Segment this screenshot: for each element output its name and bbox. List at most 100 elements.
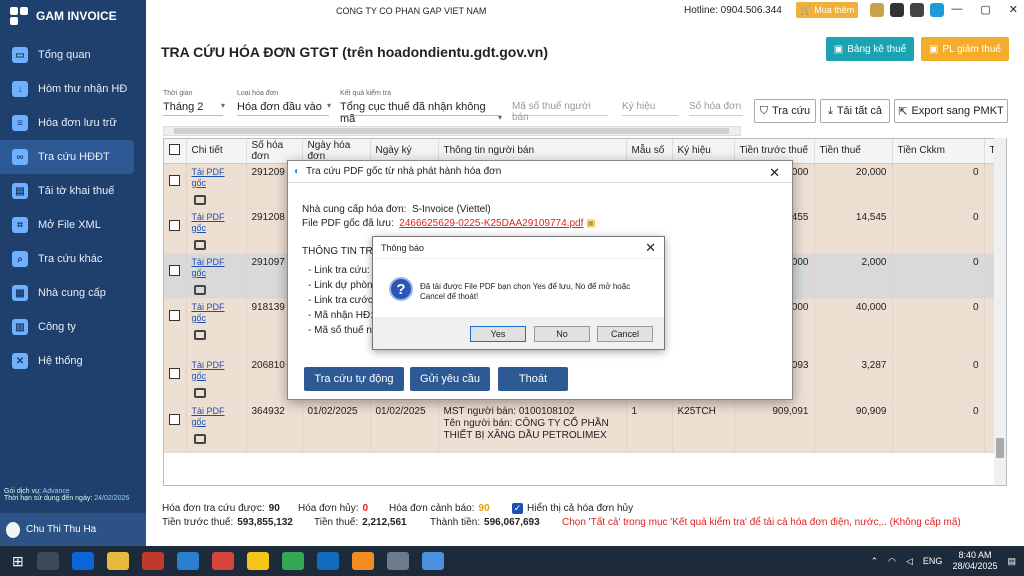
download-all-button[interactable]: ⤓ Tải tất cả bbox=[820, 99, 890, 123]
pdf-link[interactable]: Tải PDF gốc bbox=[192, 212, 225, 233]
saved-file-link[interactable]: 2466625629-0225-K25DAA29109774.pdf bbox=[399, 218, 583, 229]
dropbox-icon[interactable] bbox=[71, 552, 94, 570]
pdf-link[interactable]: Tải PDF gốc bbox=[192, 360, 225, 381]
minimize-icon[interactable]: — bbox=[951, 3, 962, 16]
exit-button[interactable]: Thoát bbox=[498, 367, 568, 391]
notification-icon[interactable]: ▤ bbox=[1007, 556, 1016, 567]
gam-invoice-icon[interactable] bbox=[176, 552, 199, 570]
status-searched: Hóa đơn tra cứu được: 90 bbox=[162, 503, 280, 514]
row-checkbox[interactable] bbox=[169, 174, 180, 186]
sidebar-item-mo-file-xml[interactable]: ⌗ Mở File XML bbox=[0, 208, 146, 242]
export-icon: ⇱ bbox=[898, 105, 908, 118]
printer-icon[interactable] bbox=[193, 194, 206, 205]
search-button[interactable]: ⛉ Tra cứu bbox=[754, 99, 816, 123]
row-checkbox[interactable] bbox=[169, 309, 180, 321]
notification-app-icon[interactable] bbox=[211, 552, 234, 570]
wifi-icon[interactable]: ◠ bbox=[888, 556, 896, 567]
sidebar-item-cong-ty[interactable]: ▥ Công ty bbox=[0, 310, 146, 344]
period-label: Thời gian bbox=[163, 90, 193, 97]
sidebar-item-nha-cung-cap[interactable]: ▦ Nhà cung cấp bbox=[0, 276, 146, 310]
col-chi-tiet[interactable]: Chi tiết bbox=[186, 139, 247, 164]
row-checkbox[interactable] bbox=[169, 264, 180, 276]
col-tien-thue[interactable]: Tiền thuế bbox=[814, 139, 893, 164]
app-icon[interactable] bbox=[386, 552, 409, 570]
app-icon[interactable] bbox=[141, 552, 164, 570]
windows-start-icon[interactable]: ⊞ bbox=[12, 553, 24, 570]
col-tien-ckkm[interactable]: Tiền Ckkm bbox=[892, 139, 985, 164]
auto-lookup-button[interactable]: Tra cứu tự động bbox=[304, 367, 404, 391]
scroll-thumb[interactable] bbox=[174, 128, 729, 134]
checkbox-checked-icon[interactable]: ✓ bbox=[512, 503, 523, 514]
outlook-icon[interactable] bbox=[316, 552, 339, 570]
printer-icon[interactable] bbox=[193, 284, 206, 295]
show-cancel-toggle[interactable]: ✓ Hiển thị cả hóa đơn hủy bbox=[512, 503, 633, 514]
sidebar-item-he-thong[interactable]: ✕ Hệ thống bbox=[0, 344, 146, 378]
contacts-icon: ▦ bbox=[12, 285, 28, 301]
buy-button[interactable]: 🛒 Mua thêm bbox=[796, 2, 859, 18]
printer-icon[interactable] bbox=[193, 329, 206, 340]
sidebar-item-tong-quan[interactable]: ▭ Tổng quan bbox=[0, 38, 146, 72]
sidebar-item-hoa-don-luu-tru[interactable]: ≡ Hóa đơn lưu trữ bbox=[0, 106, 146, 140]
folder-icon[interactable]: ▣ bbox=[586, 218, 595, 229]
printer-icon[interactable] bbox=[193, 433, 206, 444]
search-icon[interactable] bbox=[36, 552, 59, 570]
download-icon: ⤓ bbox=[827, 104, 833, 117]
pl-giam-thue-button[interactable]: ▣ PL giảm thuế bbox=[921, 37, 1009, 61]
chevron-up-icon[interactable]: ⌃ bbox=[871, 556, 879, 567]
app-icon[interactable] bbox=[421, 552, 444, 570]
zalo-icon[interactable] bbox=[930, 3, 944, 17]
chrome-icon[interactable] bbox=[281, 552, 304, 570]
download-icon: ↓ bbox=[12, 81, 28, 97]
volume-icon[interactable]: ◁ bbox=[906, 556, 913, 567]
sidebar-item-hom-thu[interactable]: ↓ Hòm thư nhận HĐ bbox=[0, 72, 146, 106]
window-controls: — ▢ ✕ bbox=[951, 3, 1018, 16]
pdf-link[interactable]: Tải PDF gốc bbox=[192, 167, 225, 188]
sidebar-item-tra-cuu-hddt[interactable]: ∞ Tra cứu HĐĐT bbox=[0, 140, 134, 174]
table-row[interactable]: Tải PDF gốc 364932 01/02/2025 01/02/2025… bbox=[164, 402, 1006, 453]
app-icon[interactable] bbox=[351, 552, 374, 570]
sticky-notes-icon[interactable] bbox=[246, 552, 269, 570]
invoice-type-select[interactable]: Hóa đơn đầu vào bbox=[237, 101, 331, 116]
support-icon[interactable] bbox=[870, 3, 884, 17]
subscription-info: Gói dịch vụ: Advance Thời hạn sử dụng đế… bbox=[4, 488, 130, 502]
pdf-link[interactable]: Tải PDF gốc bbox=[192, 406, 225, 427]
select-all-checkbox[interactable] bbox=[169, 143, 180, 155]
pdf-link[interactable]: Tải PDF gốc bbox=[192, 302, 225, 323]
horizontal-scrollbar[interactable] bbox=[163, 126, 741, 136]
building-icon: ▥ bbox=[12, 319, 28, 335]
chat-icon[interactable] bbox=[890, 3, 904, 17]
symbol-input[interactable]: Ký hiệu bbox=[622, 101, 678, 116]
period-select[interactable]: Tháng 2 bbox=[163, 101, 225, 116]
printer-icon[interactable] bbox=[193, 387, 206, 398]
file-explorer-icon[interactable] bbox=[106, 552, 129, 570]
row-checkbox[interactable] bbox=[169, 219, 180, 231]
status-total: Thành tiền: 596,067,693 bbox=[430, 517, 540, 528]
maximize-icon[interactable]: ▢ bbox=[980, 3, 990, 16]
bang-ke-thue-button[interactable]: ▣ Bảng kê thuế bbox=[826, 37, 914, 61]
seller-tax-input[interactable]: Mã số thuế người bán bbox=[512, 101, 608, 123]
sidebar-item-tai-to-khai[interactable]: ▤ Tải tờ khai thuế bbox=[0, 174, 146, 208]
user-profile[interactable]: Chu Thi Thu Ha bbox=[0, 513, 146, 546]
invoice-number-input[interactable]: Số hóa đơn bbox=[689, 101, 743, 116]
row-checkbox[interactable] bbox=[169, 367, 180, 379]
vertical-scrollbar[interactable] bbox=[994, 138, 1006, 485]
check-result-select[interactable]: Tổng cục thuế đã nhận không mã bbox=[340, 101, 502, 125]
pdf-link[interactable]: Tải PDF gốc bbox=[192, 257, 225, 278]
export-button[interactable]: ⇱ Export sang PMKT bbox=[894, 99, 1008, 123]
message-close-icon[interactable]: ✕ bbox=[645, 240, 656, 256]
scroll-thumb[interactable] bbox=[996, 438, 1004, 458]
yes-button[interactable]: Yes bbox=[470, 326, 526, 342]
printer-icon[interactable] bbox=[193, 239, 206, 250]
cancel-button[interactable]: Cancel bbox=[597, 326, 653, 342]
message-icon[interactable] bbox=[910, 3, 924, 17]
no-button[interactable]: No bbox=[534, 326, 590, 342]
sidebar-item-tra-cuu-khac[interactable]: ⌕ Tra cứu khác bbox=[0, 242, 146, 276]
row-checkbox[interactable] bbox=[169, 413, 180, 425]
close-icon[interactable]: ✕ bbox=[1009, 3, 1018, 16]
send-request-button[interactable]: Gửi yêu cầu bbox=[410, 367, 490, 391]
language-indicator[interactable]: ENG bbox=[923, 556, 943, 566]
dialog-close-icon[interactable]: ✕ bbox=[769, 165, 780, 181]
clock[interactable]: 8:40 AM 28/04/2025 bbox=[952, 550, 997, 572]
system-tray: ⌃ ◠ ◁ ENG 8:40 AM 28/04/2025 ▤ bbox=[871, 546, 1016, 576]
select-all-header[interactable] bbox=[164, 139, 187, 164]
